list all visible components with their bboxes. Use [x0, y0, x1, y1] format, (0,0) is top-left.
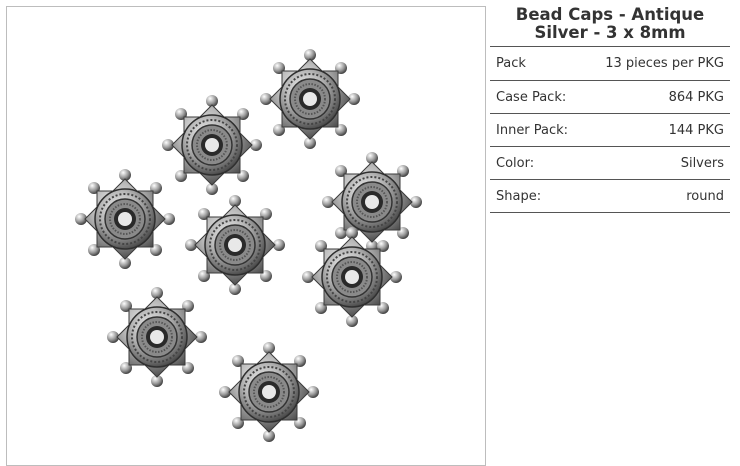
spec-row-color: Color: Silvers: [490, 147, 730, 180]
spec-label: Case Pack:: [496, 89, 567, 105]
spec-row-inner-pack: Inner Pack: 144 PKG: [490, 114, 730, 147]
product-title: Bead Caps - Antique Silver - 3 x 8mm: [490, 0, 730, 46]
spec-value: Silvers: [680, 155, 724, 171]
bead-cap-6: [301, 226, 403, 328]
spec-value: round: [686, 188, 724, 204]
spec-row-case-pack: Case Pack: 864 PKG: [490, 81, 730, 114]
product-title-line2: Silver - 3 x 8mm: [534, 23, 686, 42]
spec-label: Shape:: [496, 188, 542, 204]
product-image: [6, 6, 486, 466]
spec-row-pack: Pack 13 pieces per PKG: [490, 47, 730, 81]
product-info-panel: Bead Caps - Antique Silver - 3 x 8mm Pac…: [490, 0, 730, 213]
spec-label: Pack: [496, 56, 526, 71]
bead-cap-5: [321, 151, 423, 253]
product-title-line1: Bead Caps - Antique: [515, 5, 705, 24]
bead-cap-8: [218, 341, 320, 443]
spec-value: 864 PKG: [668, 89, 724, 105]
bead-cap-1: [161, 94, 263, 196]
spec-row-shape: Shape: round: [490, 180, 730, 213]
spec-label: Color:: [496, 155, 535, 171]
spec-value: 13 pieces per PKG: [605, 56, 724, 71]
bead-cap-3: [74, 168, 176, 270]
bead-cap-2: [259, 48, 361, 150]
spec-value: 144 PKG: [668, 122, 724, 138]
bead-caps-photo: [74, 48, 423, 443]
bead-cap-7: [106, 286, 208, 388]
bead-cap-4: [184, 194, 286, 296]
spec-label: Inner Pack:: [496, 122, 569, 138]
